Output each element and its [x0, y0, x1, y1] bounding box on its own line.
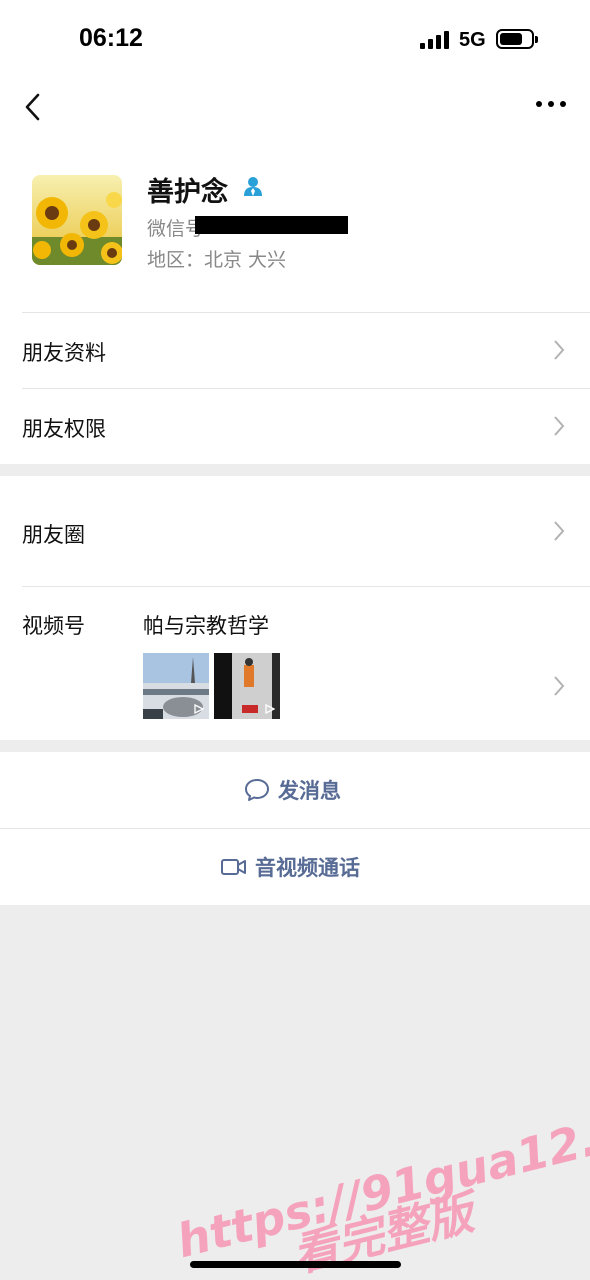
avatar[interactable]	[32, 175, 122, 265]
chevron-right-icon	[554, 340, 565, 360]
redacted-id	[195, 216, 348, 234]
home-indicator	[190, 1261, 401, 1268]
contact-name: 善护念	[147, 177, 228, 208]
row-friend-permissions[interactable]: 朋友权限	[0, 388, 590, 464]
channel-video-thumbnail[interactable]	[143, 653, 209, 719]
play-icon	[265, 704, 275, 714]
signal-icon	[420, 31, 450, 49]
verified-user-icon	[244, 177, 262, 196]
status-time: 06:12	[79, 24, 143, 52]
channels-name: 帕与宗教哲学	[143, 614, 269, 638]
chevron-right-icon	[554, 521, 565, 541]
more-icon[interactable]	[536, 98, 566, 110]
voice-video-call-label: 音视频通话	[255, 855, 360, 880]
battery-icon	[496, 29, 538, 49]
chevron-right-icon	[554, 676, 565, 696]
row-label: 朋友圈	[22, 523, 85, 547]
channel-video-thumbnail[interactable]	[214, 653, 280, 719]
row-label: 朋友权限	[22, 417, 106, 441]
video-camera-icon	[221, 858, 246, 875]
back-icon[interactable]	[22, 92, 44, 122]
row-moments[interactable]: 朋友圈	[0, 476, 590, 586]
send-message-button[interactable]: 发消息	[0, 752, 590, 828]
region: 地区：北京 大兴	[147, 249, 287, 271]
row-label: 视频号	[22, 614, 85, 638]
row-label: 朋友资料	[22, 341, 106, 365]
network-type: 5G	[459, 29, 486, 51]
status-bar: 06:12 5G	[0, 0, 590, 80]
row-friend-info[interactable]: 朋友资料	[0, 312, 590, 388]
play-icon	[194, 704, 204, 714]
voice-video-call-button[interactable]: 音视频通话	[0, 828, 590, 905]
chat-bubble-icon	[245, 779, 269, 801]
chevron-right-icon	[554, 416, 565, 436]
send-message-label: 发消息	[278, 779, 341, 803]
row-channels[interactable]: 视频号 帕与宗教哲学	[0, 586, 590, 740]
nav-bar	[0, 80, 590, 140]
contact-profile-screen: 06:12 5G 善护念 微信号 地区：北京 大兴 朋友资料 朋友权限 朋友圈 …	[0, 0, 590, 1280]
profile-header: 善护念 微信号 地区：北京 大兴	[0, 140, 590, 312]
